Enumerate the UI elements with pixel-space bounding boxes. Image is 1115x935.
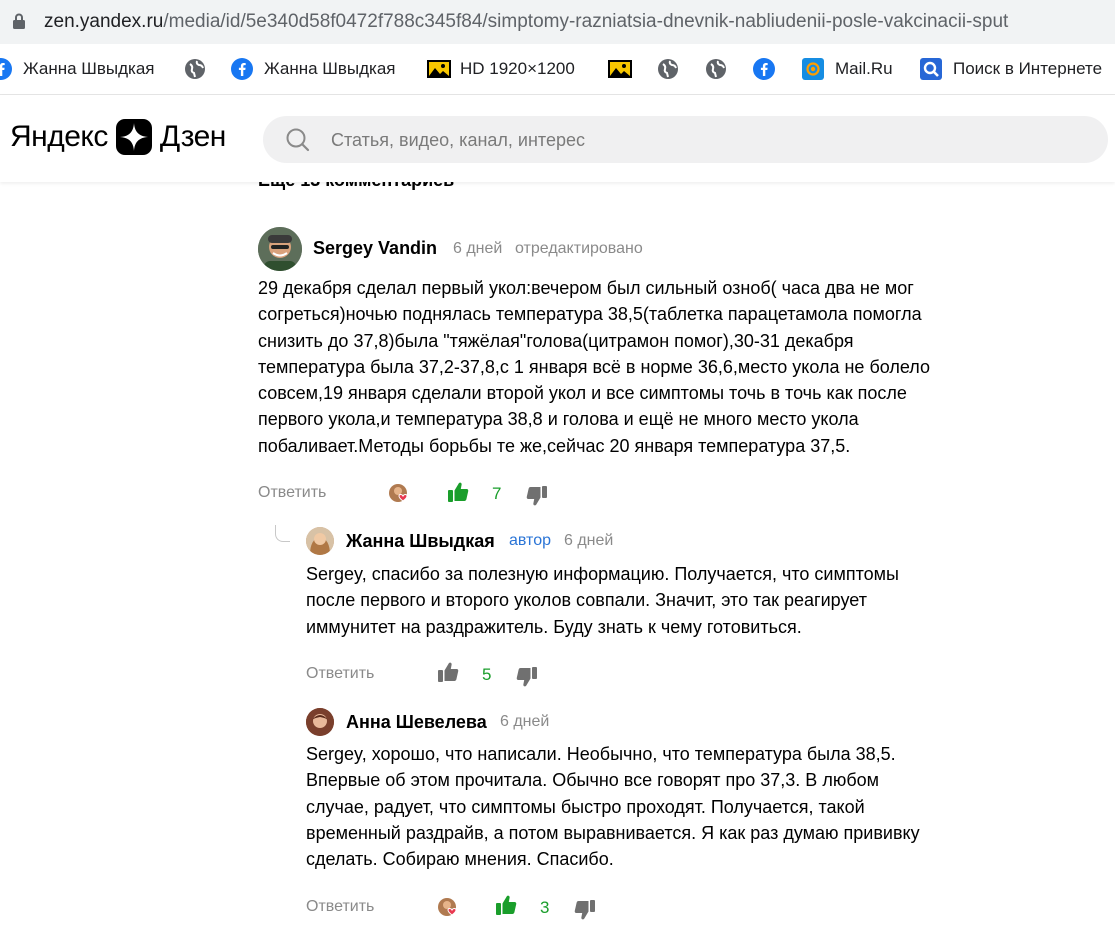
bookmark-item[interactable]: HD 1920×1200 <box>427 57 575 81</box>
bookmark-item[interactable]: Жанна Швыдкая <box>0 57 155 81</box>
comment-line: Sergey, хорошо, что написали. Необычно, … <box>306 744 896 764</box>
avatar[interactable] <box>258 227 302 271</box>
bookmark-item[interactable] <box>753 57 786 81</box>
comment-line: первого укола,и температура 38,8 и голов… <box>258 409 859 430</box>
globe-icon <box>184 58 206 80</box>
image-icon <box>608 58 632 80</box>
site-header: Яндекс Дзен <box>0 95 1115 182</box>
avatar-photo <box>306 708 334 736</box>
comment-line: после первого и второго уколов совпали. … <box>306 590 867 611</box>
like-icon[interactable] <box>494 893 518 917</box>
image-icon <box>427 58 451 80</box>
like-icon[interactable] <box>446 480 470 504</box>
avatar-photo <box>258 227 302 271</box>
logo-text-left: Яндекс <box>10 120 108 153</box>
comment-line: иммунитет на раздражитель. Буду знать к … <box>306 616 802 637</box>
dislike-icon[interactable] <box>515 665 539 689</box>
facebook-icon <box>231 58 253 80</box>
comment-author[interactable]: Анна Шевелева <box>346 712 487 733</box>
lock-icon <box>13 13 25 29</box>
logo-text-right: Дзен <box>159 120 226 153</box>
bookmark-item[interactable] <box>608 57 641 81</box>
like-count: 3 <box>540 898 550 917</box>
comment-line: температура была 37,2-37,8,с 1 января вс… <box>258 356 931 377</box>
avatar[interactable] <box>306 527 334 555</box>
author-heart-icon <box>389 484 408 502</box>
search-icon <box>286 128 310 152</box>
search-icon <box>920 58 942 80</box>
facebook-icon <box>0 58 12 80</box>
avatar-photo <box>306 527 334 555</box>
bookmark-item[interactable]: Жанна Швыдкая <box>231 57 396 81</box>
comment-line: совсем,19 января сделали второй укол и в… <box>258 383 907 404</box>
comment-author[interactable]: Жанна Швыдкая <box>346 531 495 552</box>
comment-line: побаливает.Методы борьбы те же,сейчас 20… <box>258 435 851 456</box>
mailru-icon <box>802 58 824 80</box>
comment-text: Sergey, хорошо, что написали. Необычно, … <box>306 741 920 872</box>
reply-button[interactable]: Ответить <box>258 484 326 502</box>
like-count: 5 <box>482 665 492 684</box>
bookmark-item[interactable] <box>657 57 690 81</box>
comment-author[interactable]: Sergey Vandin <box>313 238 437 259</box>
bookmark-item[interactable] <box>705 57 738 81</box>
author-heart-icon <box>438 898 457 916</box>
comment-text: 29 декабря сделал первый укол:вечером бы… <box>258 275 930 459</box>
zen-logo[interactable]: Яндекс Дзен <box>10 119 226 155</box>
bookmarks-bar: Жанна Швыдкая Жанна Швыдкая HD 1920×1200… <box>0 44 1115 95</box>
avatar[interactable] <box>306 708 334 736</box>
bookmark-item[interactable]: Mail.Ru <box>802 57 893 81</box>
facebook-icon <box>753 58 775 80</box>
comment-time: 6 дней <box>564 532 614 549</box>
thread-connector <box>275 525 290 542</box>
comment-line: случае, радует, что симптомы быстро прох… <box>306 796 865 817</box>
bookmark-item[interactable] <box>184 57 217 81</box>
search-box[interactable] <box>263 116 1108 165</box>
comment-line: Впервые об этом прочитала. Обычно все го… <box>306 770 880 791</box>
comment-time: 6 дней <box>500 713 550 730</box>
url-host: zen.yandex.ru <box>44 11 164 32</box>
bookmark-label: Mail.Ru <box>835 59 893 78</box>
edited-label: отредактировано <box>515 240 643 257</box>
comment-line: временный раздрайв, а потом выравниваетс… <box>306 822 920 843</box>
like-icon[interactable] <box>436 660 460 684</box>
comment-line: снизить до 37,8)была "тяжёлая"голова(цит… <box>258 330 854 351</box>
zen-star-icon <box>115 119 152 155</box>
comment-line: согреться)ночью поднялась температура 38… <box>258 304 922 325</box>
reply-button[interactable]: Ответить <box>306 898 374 916</box>
globe-icon <box>705 58 727 80</box>
bookmark-label: HD 1920×1200 <box>460 59 575 78</box>
bookmark-label: Жанна Швыдкая <box>264 59 396 78</box>
dislike-icon[interactable] <box>525 484 549 508</box>
comment-time: 6 дней <box>453 240 503 257</box>
comment-line: 29 декабря сделал первый укол:вечером бы… <box>258 278 914 298</box>
url-text[interactable]: zen.yandex.ru/media/id/5e340d58f0472f788… <box>44 11 1008 33</box>
comment-text: Sergey, спасибо за полезную информацию. … <box>306 561 899 640</box>
dislike-icon[interactable] <box>573 898 597 922</box>
search-input[interactable] <box>329 116 1073 165</box>
reply-button[interactable]: Ответить <box>306 665 374 683</box>
comment-line: Sergey, спасибо за полезную информацию. … <box>306 564 899 584</box>
bookmark-item[interactable]: Поиск в Интернете <box>920 57 1102 81</box>
bookmark-label: Поиск в Интернете <box>953 59 1103 78</box>
author-badge: автор <box>509 532 551 549</box>
like-count: 7 <box>492 484 502 503</box>
globe-icon <box>657 58 679 80</box>
address-bar[interactable]: zen.yandex.ru/media/id/5e340d58f0472f788… <box>0 0 1115 44</box>
bookmark-label: Жанна Швыдкая <box>23 59 155 78</box>
url-path: /media/id/5e340d58f0472f788c345f84/simpt… <box>163 11 1009 32</box>
comment-line: сделать. Собираю мнения. Спасибо. <box>306 849 614 870</box>
